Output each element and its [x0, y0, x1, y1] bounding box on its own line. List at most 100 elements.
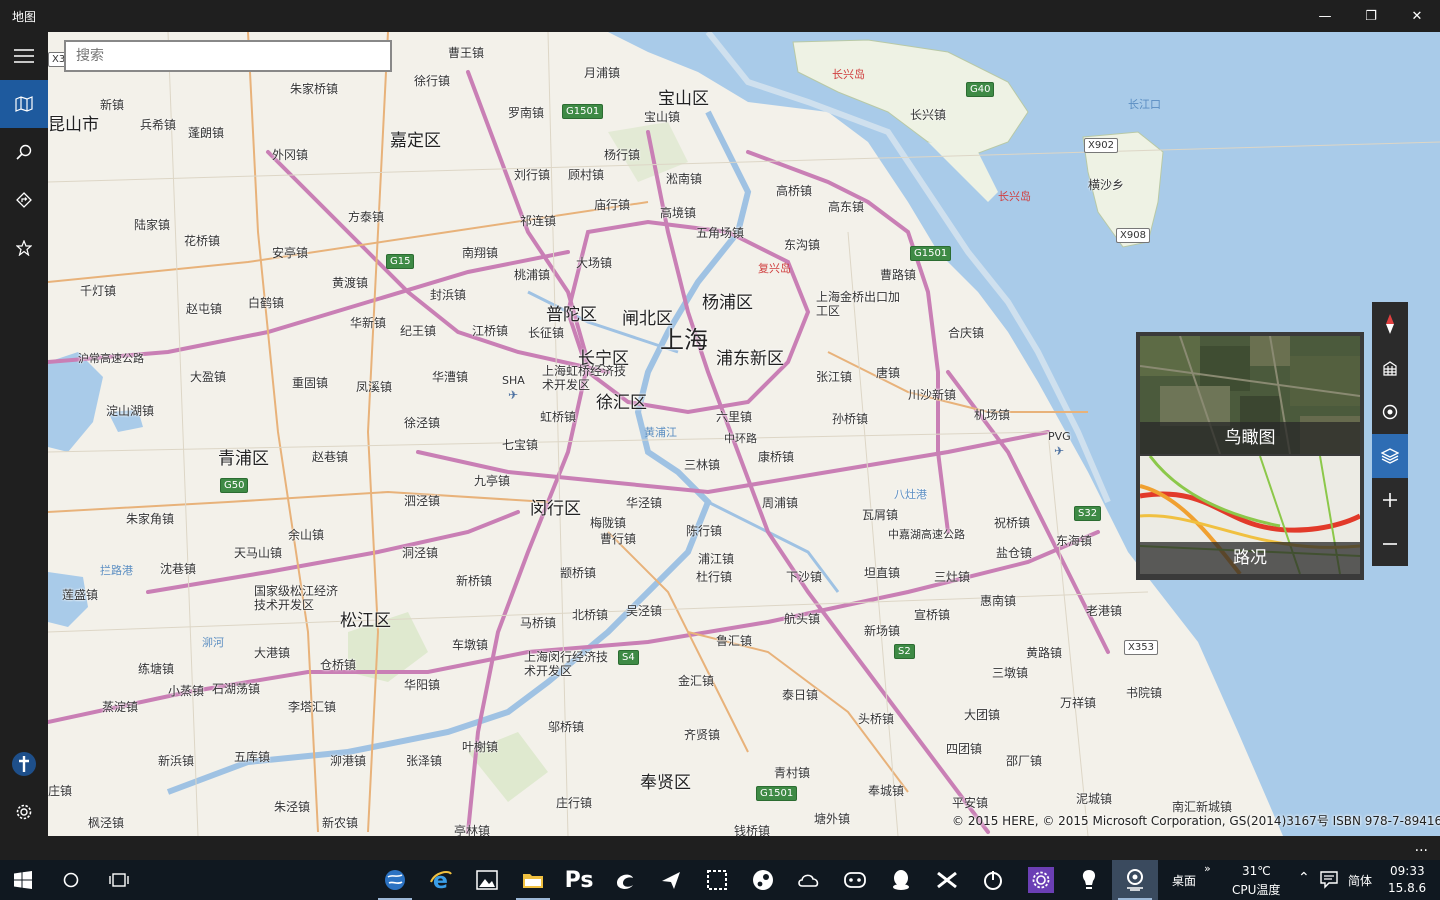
more-options-button[interactable]: ... [1415, 839, 1428, 855]
taskbar-app-maps[interactable] [1112, 860, 1158, 900]
map-label: 复兴岛 [758, 262, 791, 275]
map-label: 新桥镇 [456, 574, 493, 588]
sidebar-item-favorites[interactable] [0, 224, 48, 272]
map-label: 泗泾镇 [404, 494, 441, 508]
taskbar-app-browser[interactable] [372, 860, 418, 900]
map-label: 庄镇 [48, 784, 73, 798]
airport-label: PVG [1048, 430, 1071, 443]
map-label: 周浦镇 [762, 496, 799, 510]
map-label: 庙行镇 [594, 198, 631, 212]
account-icon [12, 752, 36, 776]
cpu-temp-label: CPU温度 [1232, 883, 1281, 897]
map-label: 封浜镇 [430, 288, 467, 302]
map-label: 新场镇 [864, 624, 901, 638]
map-label: 纪王镇 [400, 324, 437, 338]
taskbar-app-power[interactable] [970, 860, 1016, 900]
taskbar-app-game[interactable] [832, 860, 878, 900]
taskbar-app-steam[interactable] [740, 860, 786, 900]
taskbar-app-screenshot[interactable] [694, 860, 740, 900]
locate-button[interactable] [1372, 390, 1408, 434]
aerial-layer-option[interactable]: 鸟瞰图 [1140, 336, 1360, 454]
settings-button[interactable] [0, 788, 48, 836]
map-label: 蒸淀镇 [102, 700, 139, 714]
taskbar-app-photoshop[interactable]: Ps [556, 860, 602, 900]
map-label: 顾村镇 [568, 168, 605, 182]
desktop-toolbar-label[interactable]: 桌面 [1172, 872, 1196, 889]
search-box[interactable] [64, 40, 392, 72]
map-label: 曹王镇 [448, 46, 485, 60]
sidebar-item-search[interactable] [0, 128, 48, 176]
map-label: 中嘉湖高速公路 [888, 528, 965, 541]
map-label: 华阳镇 [404, 678, 441, 692]
map-label: 蓬朗镇 [188, 126, 225, 140]
close-button[interactable]: ✕ [1394, 0, 1440, 32]
taskbar-app-plane[interactable] [648, 860, 694, 900]
taskbar-app-cloud[interactable] [786, 860, 832, 900]
taskbar-app-ie[interactable]: e [418, 860, 464, 900]
map-label: 朱泾镇 [274, 800, 311, 814]
traffic-layer-option[interactable]: 路况 [1140, 456, 1360, 574]
map-label: 北桥镇 [572, 608, 609, 622]
airport-icon: ✈ [1054, 444, 1065, 458]
map-label: 长征镇 [528, 326, 565, 340]
map-label: 颛桥镇 [560, 566, 597, 580]
map-label: 小蒸镇 [168, 684, 205, 698]
map-label: 四团镇 [946, 742, 983, 756]
sidebar-item-directions[interactable] [0, 176, 48, 224]
minimize-button[interactable]: — [1302, 0, 1348, 32]
map-label: 大场镇 [576, 256, 613, 270]
account-button[interactable] [0, 740, 48, 788]
compass-button[interactable] [1372, 302, 1408, 346]
map-label: 黄路镇 [1026, 646, 1063, 660]
map-label: 马桥镇 [520, 616, 557, 630]
qq-penguin-icon [893, 870, 909, 890]
taskbar-app-x[interactable] [924, 860, 970, 900]
map-label: 七宝镇 [502, 438, 539, 452]
taskbar-app-edge-like[interactable] [602, 860, 648, 900]
action-center-button[interactable] [1320, 871, 1338, 893]
show-hidden-icons-button[interactable]: ⌃ [1298, 870, 1310, 886]
taskbar-app-qq[interactable] [878, 860, 924, 900]
map-label: 朱家角镇 [126, 512, 175, 526]
map-label: 梅陇镇 [590, 516, 627, 530]
3d-cities-button[interactable] [1372, 346, 1408, 390]
photos-icon [476, 870, 498, 890]
map-label: 头桥镇 [858, 712, 895, 726]
road-shield: G1501 [562, 104, 604, 119]
map-label: 余山镇 [288, 528, 325, 542]
cortana-button[interactable] [48, 860, 94, 900]
sidebar-item-map[interactable] [0, 80, 48, 128]
map-label: 陆家镇 [134, 218, 171, 232]
ime-indicator[interactable]: 简体 [1348, 872, 1372, 889]
map-label: 平安镇 [952, 796, 989, 810]
map-label: 下沙镇 [786, 570, 823, 584]
plus-icon [1383, 493, 1397, 507]
map-label: 重固镇 [292, 376, 329, 390]
hamburger-menu-button[interactable] [0, 32, 48, 80]
task-view-button[interactable] [96, 860, 142, 900]
start-button[interactable] [0, 860, 46, 900]
layers-icon [1381, 448, 1399, 464]
taskbar-app-tips[interactable] [1066, 860, 1112, 900]
map-label: 淞南镇 [666, 172, 703, 186]
zoom-in-button[interactable] [1372, 478, 1408, 522]
map-layers-button[interactable] [1372, 434, 1408, 478]
zoom-out-button[interactable] [1372, 522, 1408, 566]
map-label: 新浜镇 [158, 754, 195, 768]
locate-icon [1382, 404, 1398, 420]
clock-date[interactable]: 15.8.6 [1388, 881, 1426, 895]
desktop-toolbar-chevron[interactable]: » [1204, 862, 1211, 875]
maximize-button[interactable]: ❐ [1348, 0, 1394, 32]
taskbar-app-photos[interactable] [464, 860, 510, 900]
map-label: 宝山区 [658, 89, 709, 109]
taskbar-app-file-explorer[interactable] [510, 860, 556, 900]
map-label: 唐镇 [876, 366, 901, 380]
search-input[interactable] [66, 42, 390, 70]
map-label: 高桥镇 [776, 184, 813, 198]
map-label: 庄行镇 [556, 796, 593, 810]
map-label: 杜行镇 [696, 570, 733, 584]
road-shield: X353 [1124, 640, 1158, 655]
taskbar-app-settings-purple[interactable] [1020, 860, 1062, 900]
map-label: 惠南镇 [980, 594, 1017, 608]
clock-time[interactable]: 09:33 [1390, 864, 1425, 878]
